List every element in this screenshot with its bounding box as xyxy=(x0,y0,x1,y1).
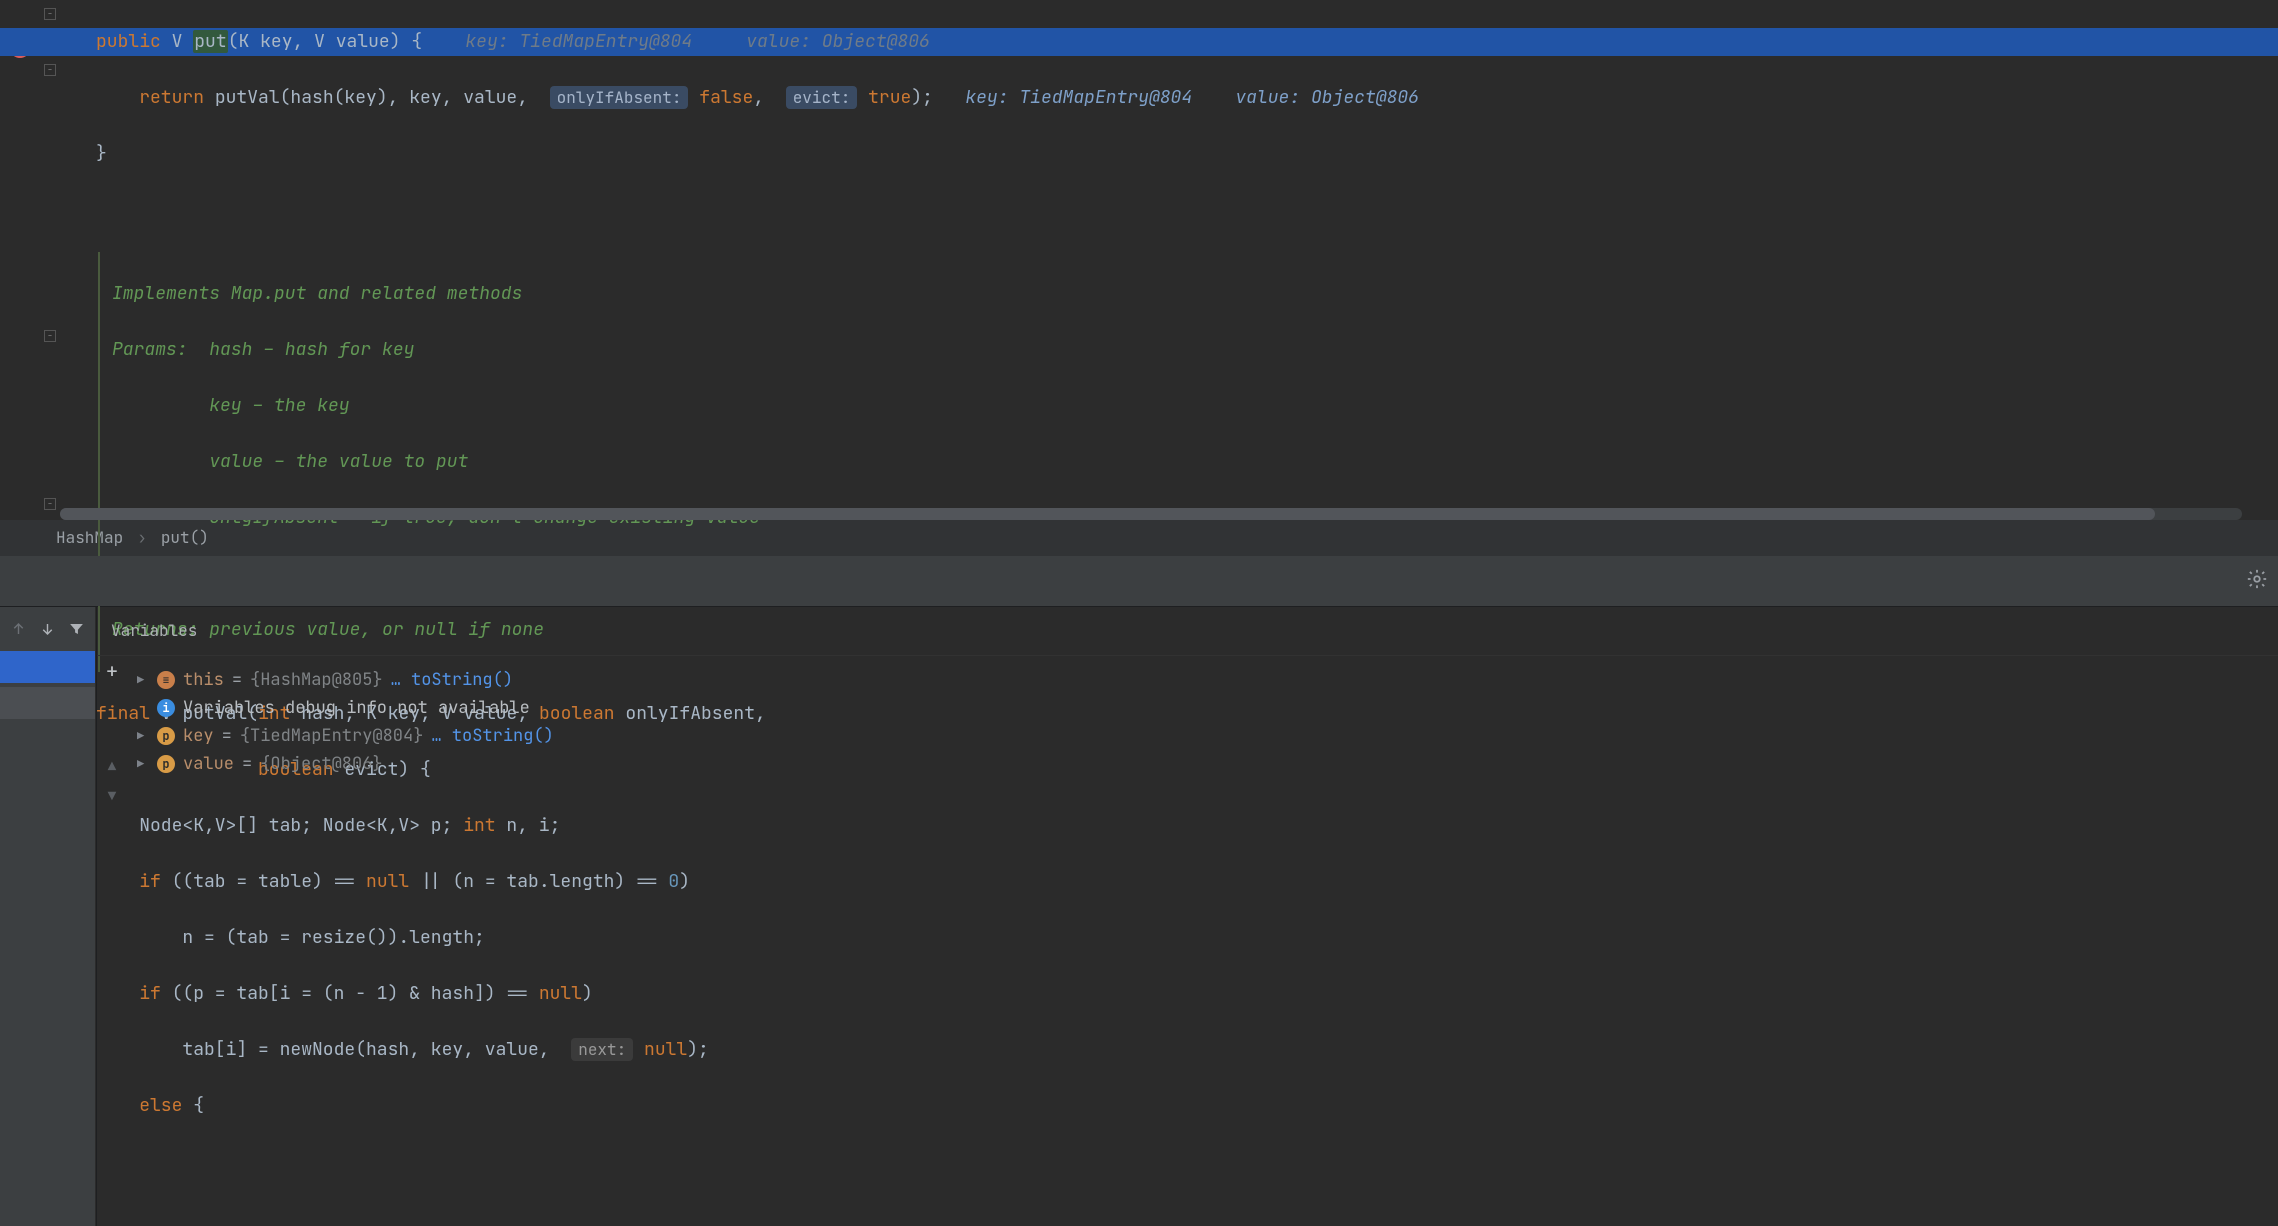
param-hint-evict: evict: xyxy=(786,86,858,109)
parameter-icon: p xyxy=(157,727,175,745)
code-line: } xyxy=(96,140,2278,168)
parameter-icon: p xyxy=(157,755,175,773)
inline-hint-value: value: Object@806 xyxy=(746,30,930,53)
method-name-put: put xyxy=(193,30,227,53)
chevron-right-icon[interactable]: ▶ xyxy=(137,722,149,750)
frames-tab[interactable] xyxy=(0,687,95,719)
editor-gutter: − − − − xyxy=(0,0,60,520)
arrow-down-icon[interactable] xyxy=(39,619,56,639)
inline-hint-key: key: TiedMapEntry@804 xyxy=(965,86,1192,109)
param-hint-onlyIfAbsent: onlyIfAbsent: xyxy=(550,86,689,109)
frames-tab-selected[interactable] xyxy=(0,651,95,683)
code-line: public V put(K key, V value) { key: Tied… xyxy=(96,28,2278,56)
variable-row-info: i Variables debug info not available xyxy=(137,694,2268,722)
gear-icon[interactable] xyxy=(2246,568,2268,590)
inline-hint-key: key: TiedMapEntry@804 xyxy=(465,30,692,53)
variables-toolbar: + ▲ ▼ xyxy=(97,651,127,803)
code-content[interactable]: public V put(K key, V value) { key: Tied… xyxy=(60,0,2278,520)
variables-header: Variables xyxy=(97,607,2278,656)
debug-toolbar xyxy=(0,607,96,1226)
inline-hint-value: value: Object@806 xyxy=(1235,86,1419,109)
fold-marker-icon[interactable]: − xyxy=(44,8,56,20)
chevron-right-icon[interactable]: ▶ xyxy=(137,750,149,778)
debug-panel: Variables + ▲ ▼ ▶ ≡ this = {HashMap@805}… xyxy=(0,606,2278,1226)
variable-row-value[interactable]: ▶ p value = {Object@806} xyxy=(137,750,2268,778)
code-line-current: return putVal(hash(key), key, value, onl… xyxy=(96,84,2278,112)
variables-list[interactable]: ▶ ≡ this = {HashMap@805} … toString() i … xyxy=(97,656,2278,788)
object-icon: ≡ xyxy=(157,671,175,689)
arrow-up-icon[interactable] xyxy=(10,619,27,639)
move-up-icon[interactable]: ▲ xyxy=(108,761,116,773)
variable-row-this[interactable]: ▶ ≡ this = {HashMap@805} … toString() xyxy=(137,666,2268,694)
blank-line xyxy=(96,196,2278,224)
code-editor[interactable]: − − − − public V put(K key, V value) { k… xyxy=(0,0,2278,520)
info-icon: i xyxy=(157,699,175,717)
fold-marker-icon[interactable]: − xyxy=(44,498,56,510)
variable-row-key[interactable]: ▶ p key = {TiedMapEntry@804} … toString(… xyxy=(137,722,2268,750)
fold-marker-icon[interactable]: − xyxy=(44,64,56,76)
tostring-link[interactable]: … toString() xyxy=(431,722,553,750)
tool-window-header xyxy=(0,556,2278,606)
horizontal-scrollbar[interactable] xyxy=(60,508,2242,520)
add-watch-icon[interactable]: + xyxy=(106,657,118,685)
variables-pane: Variables + ▲ ▼ ▶ ≡ this = {HashMap@805}… xyxy=(96,607,2278,1226)
tostring-link[interactable]: … toString() xyxy=(391,666,513,694)
move-down-icon[interactable]: ▼ xyxy=(108,791,116,803)
filter-icon[interactable] xyxy=(68,619,85,639)
fold-marker-icon[interactable]: − xyxy=(44,330,56,342)
scrollbar-thumb[interactable] xyxy=(60,508,2155,520)
chevron-right-icon[interactable]: ▶ xyxy=(137,666,149,694)
